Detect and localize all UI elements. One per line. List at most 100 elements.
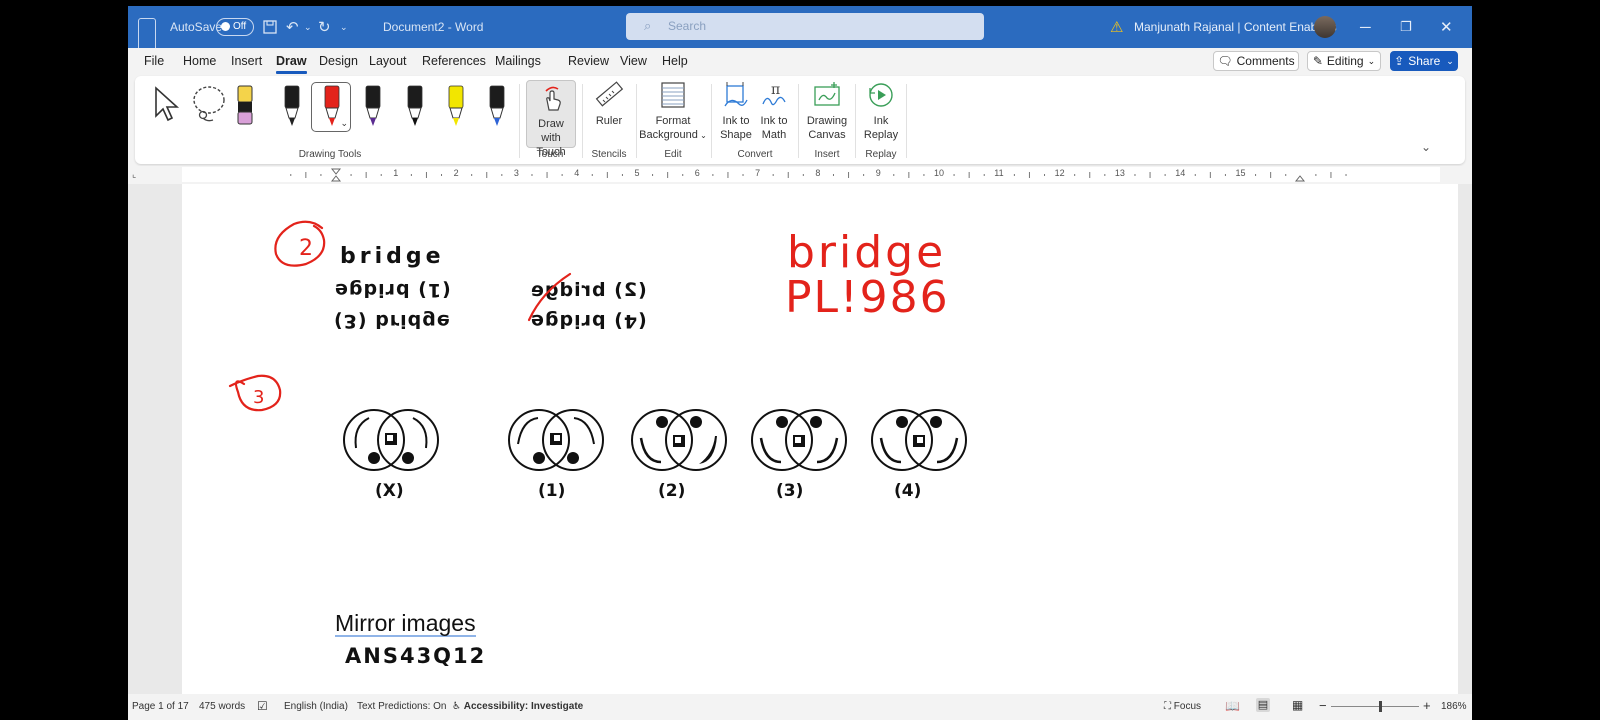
customize-toolbar-icon[interactable]: ⌄ <box>340 6 348 48</box>
zoom-slider-thumb[interactable] <box>1379 701 1382 712</box>
figure-label-1: (1) <box>538 481 566 501</box>
svg-text:π: π <box>771 82 780 98</box>
ruler-number: 14 <box>1175 168 1186 178</box>
figure-3 <box>751 409 847 471</box>
format-background-button[interactable]: Format Background ⌄ <box>638 80 708 143</box>
group-label-insert: Insert <box>814 149 840 160</box>
tab-view[interactable]: View <box>620 54 647 68</box>
zoom-out-icon[interactable]: − <box>1319 698 1327 713</box>
tab-draw[interactable]: Draw <box>276 54 307 74</box>
option-2: (2) bridge <box>530 279 647 301</box>
save-icon[interactable] <box>262 6 278 48</box>
focus-icon: ⛶ <box>1164 701 1171 712</box>
editing-button[interactable]: ✎ Editing ⌄ <box>1307 51 1381 71</box>
word-count[interactable]: 475 words <box>199 701 245 712</box>
figure-2 <box>631 409 727 471</box>
title-bar: AutoSave Off ↶ ⌄ ↻ ⌄ Document2 - Word ⌕ … <box>128 6 1472 60</box>
option-1: (1) bridge <box>334 279 451 301</box>
galaxy-pen[interactable] <box>485 84 509 131</box>
drawing-canvas-button[interactable]: Drawing Canvas <box>802 80 852 142</box>
ruler-ticks <box>290 168 1347 182</box>
section-heading: Mirror images <box>335 610 476 637</box>
comments-button[interactable]: 🗨 Comments <box>1213 51 1299 71</box>
zoom-in-icon[interactable]: + <box>1423 698 1431 713</box>
avatar[interactable] <box>1314 16 1336 38</box>
search-icon: ⌕ <box>644 18 652 33</box>
document-title: Document2 - Word <box>383 20 484 34</box>
tab-help[interactable]: Help <box>662 54 688 68</box>
document-page[interactable]: bridge (1) bridge (2) bridge (3) bridge … <box>182 184 1458 694</box>
yellow-highlighter[interactable] <box>444 84 468 131</box>
tab-references[interactable]: References <box>422 54 486 68</box>
web-layout-icon[interactable]: ▦ <box>1292 698 1303 712</box>
drawing-canvas-icon <box>814 82 840 106</box>
redo-icon[interactable]: ↻ <box>318 6 331 48</box>
figure-label-x: (X) <box>375 481 404 501</box>
focus-mode[interactable]: ⛶ Focus <box>1164 701 1201 712</box>
eraser-tool[interactable] <box>235 84 255 131</box>
tab-layout[interactable]: Layout <box>369 54 407 68</box>
restore-icon[interactable]: ❐ <box>1400 6 1412 48</box>
tab-file[interactable]: File <box>144 54 164 68</box>
page-count[interactable]: Page 1 of 17 <box>132 701 189 712</box>
ruler-number: 2 <box>453 168 459 178</box>
ink-word-bridge: bridge <box>787 227 946 278</box>
text-predictions[interactable]: Text Predictions: On <box>357 701 446 712</box>
zoom-level[interactable]: 186% <box>1441 701 1467 712</box>
user-name[interactable]: Manjunath Rajanal | Content Enablers <box>1134 6 1337 48</box>
share-button[interactable]: ⇪ Share ⌄ <box>1390 51 1458 71</box>
ruler-number: 4 <box>574 168 580 178</box>
draw-ribbon: ⌄ Drawing Tools Draw with Touch Touch Ru… <box>135 76 1465 164</box>
tab-mailings[interactable]: Mailings <box>495 54 541 68</box>
red-pen[interactable] <box>320 84 344 131</box>
ink-to-shape-button[interactable]: Ink to Shape <box>718 80 754 142</box>
close-icon[interactable]: ✕ <box>1440 6 1453 48</box>
option-4: (4) bridge <box>530 310 647 332</box>
black-marker[interactable] <box>403 84 427 131</box>
ruler-button[interactable]: Ruler <box>587 80 631 128</box>
zoom-slider[interactable] <box>1331 701 1419 712</box>
pencil-pen[interactable] <box>280 84 304 131</box>
ruler-number: 10 <box>934 168 945 178</box>
ruler-number: 12 <box>1054 168 1065 178</box>
comment-icon: 🗨 <box>1217 54 1233 68</box>
draw-with-touch-button[interactable]: Draw with Touch <box>526 80 576 158</box>
search-placeholder: Search <box>668 19 707 33</box>
group-label-stencils: Stencils <box>591 149 627 160</box>
ink-replay-button[interactable]: Ink Replay <box>859 80 903 142</box>
lasso-select-tool[interactable] <box>189 84 227 127</box>
autosave-toggle[interactable]: Off <box>216 18 254 36</box>
select-tool[interactable] <box>151 86 181 125</box>
ruler-number: 8 <box>815 168 821 178</box>
print-layout-icon[interactable]: ▤ <box>1256 698 1270 712</box>
tab-design[interactable]: Design <box>319 54 358 68</box>
group-label-touch: Touch <box>536 149 564 160</box>
proofing-icon[interactable]: ☑ <box>257 699 268 713</box>
read-mode-icon[interactable]: 📖 <box>1225 699 1240 713</box>
ink-number-2: 2 <box>299 236 313 261</box>
accessibility-status[interactable]: ♿ Accessibility: Investigate <box>452 701 583 712</box>
touch-hand-icon <box>545 86 561 111</box>
ink-to-shape-icon <box>724 82 748 107</box>
right-indent-marker <box>1294 175 1306 182</box>
separator <box>798 84 799 158</box>
ink-replay-icon <box>869 83 893 107</box>
purple-pen[interactable] <box>361 84 385 131</box>
horizontal-ruler[interactable]: ⌞ 1 2 3 4 5 6 7 8 9 10 11 12 13 14 15 <box>128 166 1472 184</box>
language[interactable]: English (India) <box>284 701 348 712</box>
ink-circle-q3 <box>228 374 282 412</box>
search-box[interactable]: ⌕ Search <box>626 13 984 40</box>
minimize-icon[interactable]: ─ <box>1360 6 1371 48</box>
tab-review[interactable]: Review <box>568 54 609 68</box>
ink-to-math-button[interactable]: π Ink to Math <box>756 80 792 142</box>
warning-icon[interactable]: ⚠ <box>1110 6 1123 48</box>
collapse-ribbon-icon[interactable]: ⌄ <box>1421 140 1431 154</box>
ruler-number: 5 <box>634 168 640 178</box>
tab-insert[interactable]: Insert <box>231 54 262 68</box>
figure-x <box>343 409 439 471</box>
undo-dropdown-icon[interactable]: ⌄ <box>304 6 312 48</box>
chevron-down-icon: ⌄ <box>1367 55 1376 66</box>
undo-icon[interactable]: ↶ <box>286 6 299 48</box>
tab-home[interactable]: Home <box>183 54 216 68</box>
answer-code: ANS43Q12 <box>345 644 487 668</box>
